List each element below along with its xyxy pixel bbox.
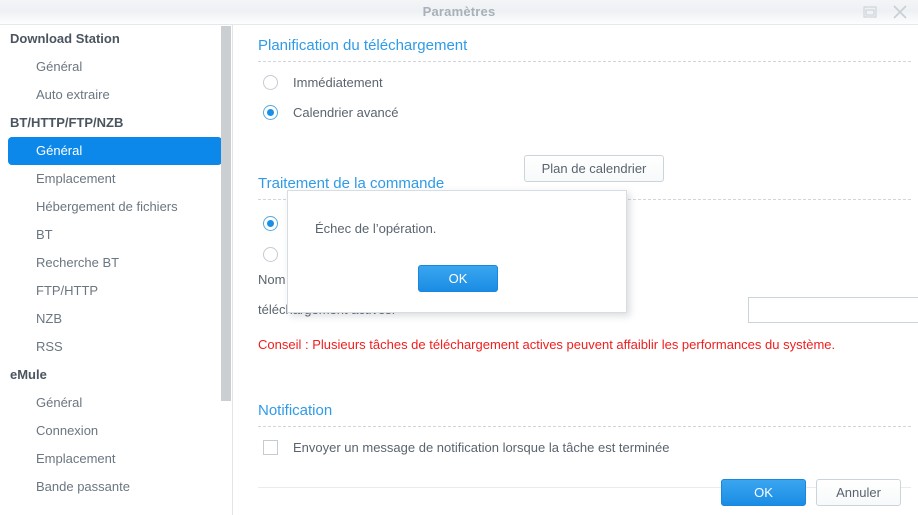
sidebar-item-connexion[interactable]: Connexion [8, 417, 222, 445]
error-dialog-message: Échec de l’opération. [315, 221, 437, 236]
sidebar-group-emule: eMule [10, 367, 47, 382]
radio-traitement-option-1-icon[interactable] [263, 216, 278, 231]
sidebar-item-auto-extraire[interactable]: Auto extraire [8, 81, 222, 109]
radio-traitement-option-2-icon[interactable] [263, 247, 278, 262]
sidebar-item-hebergement-de-fichiers[interactable]: Hébergement de fichiers [8, 193, 222, 221]
sidebar-item-bande-passante[interactable]: Bande passante [8, 473, 222, 501]
window-titlebar: Paramètres [0, 0, 918, 25]
sidebar-group-download-station: Download Station [10, 31, 120, 46]
settings-window: Paramètres Download Station Général Auto… [0, 0, 918, 515]
maximize-button[interactable] [855, 0, 885, 24]
sidebar-item-emule-general[interactable]: Général [8, 389, 222, 417]
sidebar-item-emplacement[interactable]: Emplacement [8, 165, 222, 193]
footer-cancel-button[interactable]: Annuler [816, 479, 901, 506]
sidebar-item-recherche-bt[interactable]: Recherche BT [8, 249, 222, 277]
section-rule-planification [258, 61, 911, 62]
footer-ok-button[interactable]: OK [721, 479, 806, 506]
close-button[interactable] [885, 0, 915, 24]
radio-calendrier-avance-icon[interactable] [263, 105, 278, 120]
footer-divider [258, 487, 911, 488]
settings-sidebar[interactable]: Download Station Général Auto extraire B… [0, 25, 232, 515]
sidebar-item-ftp-http[interactable]: FTP/HTTP [8, 277, 222, 305]
error-dialog: Échec de l’opération. OK [287, 190, 627, 313]
section-title-notification: Notification [258, 402, 333, 419]
sidebar-item-emule-emplacement[interactable]: Emplacement [8, 445, 222, 473]
sidebar-item-ds-general[interactable]: Général [8, 53, 222, 81]
window-title: Paramètres [422, 4, 496, 19]
sidebar-item-bt[interactable]: BT [8, 221, 222, 249]
sidebar-item-bt-general[interactable]: Général [8, 137, 222, 165]
sidebar-item-rss[interactable]: RSS [8, 333, 222, 361]
sidebar-item-nzb[interactable]: NZB [8, 305, 222, 333]
sidebar-scrollbar-thumb[interactable] [221, 26, 231, 401]
error-dialog-ok-button[interactable]: OK [418, 265, 498, 292]
radio-immediatement-icon[interactable] [263, 75, 278, 90]
tip-message: Conseil : Plusieurs tâches de télécharge… [258, 337, 836, 352]
radio-calendrier-avance-label: Calendrier avancé [293, 105, 399, 120]
section-title-planification: Planification du téléchargement [258, 37, 468, 54]
checkbox-notification-icon[interactable] [263, 440, 278, 455]
plan-de-calendrier-button[interactable]: Plan de calendrier [524, 155, 664, 182]
section-rule-notification [258, 426, 911, 427]
max-tasks-select[interactable] [748, 297, 918, 323]
traitement-label-line-1: Nom [258, 272, 286, 287]
radio-immediatement-label: Immédiatement [293, 75, 383, 90]
checkbox-notification-label: Envoyer un message de notification lorsq… [293, 440, 670, 455]
sidebar-group-bt-http-ftp-nzb: BT/HTTP/FTP/NZB [10, 115, 124, 130]
